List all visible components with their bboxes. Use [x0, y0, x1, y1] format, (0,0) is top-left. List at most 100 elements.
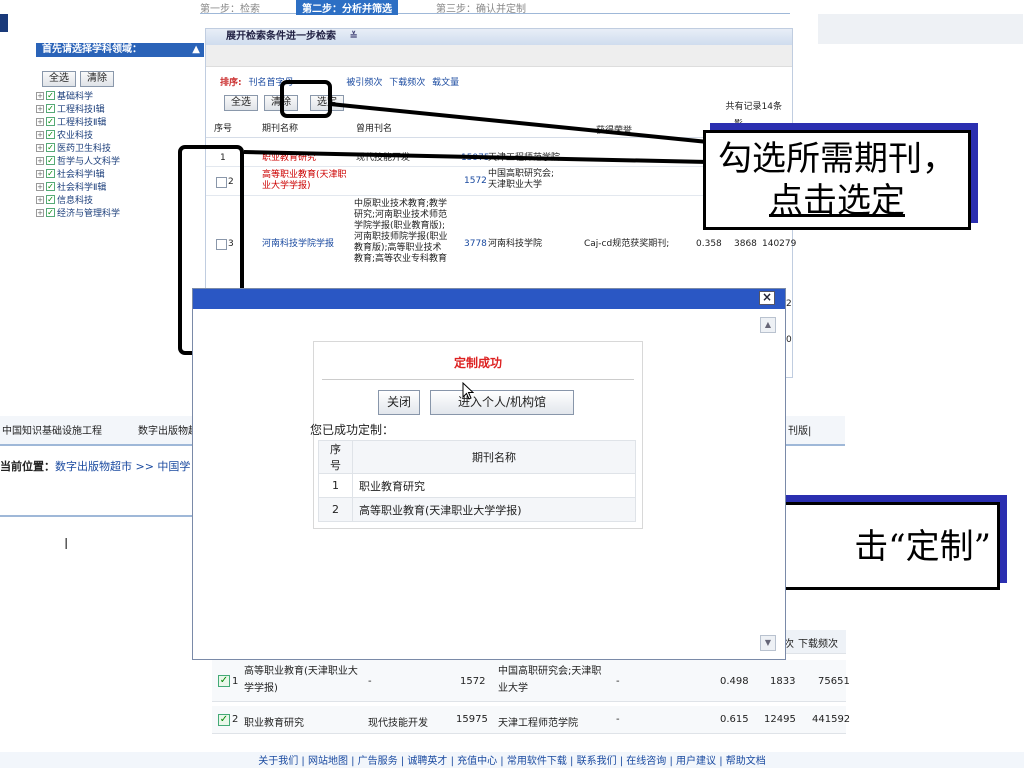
bottom-row-1-former: -: [368, 676, 372, 687]
bg-divider: [0, 515, 200, 517]
subject-item[interactable]: + ✓ 工程科技Ⅰ辑: [36, 102, 204, 115]
subject-checkbox[interactable]: ✓: [46, 91, 55, 100]
sidebar-header: 首先请选择学科领域： ▲: [36, 43, 204, 57]
subject-label: 医药卫生科技: [57, 144, 112, 154]
bottom-col-downloads: 下载频次: [798, 639, 838, 650]
subject-checkbox[interactable]: ✓: [46, 143, 55, 152]
row-3-honor: Caj-cd规范获奖期刊;: [584, 239, 670, 249]
enter-library-button[interactable]: 进入个人/机构馆: [430, 390, 574, 415]
subject-label: 基础科学: [57, 92, 94, 102]
subject-checkbox[interactable]: ✓: [46, 117, 55, 126]
sidebar-select-all-button[interactable]: 全选: [42, 71, 76, 87]
row-3-count[interactable]: 3778: [464, 239, 487, 250]
expand-plus-icon[interactable]: +: [36, 169, 44, 178]
expand-plus-icon[interactable]: +: [36, 195, 44, 204]
subject-checkbox[interactable]: ✓: [46, 195, 55, 204]
row-5-fragment: 0: [786, 335, 792, 345]
expand-plus-icon[interactable]: +: [36, 156, 44, 165]
total-records: 共有记录14条: [725, 102, 782, 112]
subject-label: 工程科技Ⅰ辑: [57, 105, 105, 115]
done-label: 您已成功定制：: [310, 423, 395, 437]
panel-header[interactable]: 展开检索条件进一步检索 ≚: [206, 29, 792, 45]
bottom-row-2-impact: 0.615: [720, 714, 749, 725]
row-3-downloads: 140279: [762, 239, 797, 249]
subject-label: 社会科学Ⅰ辑: [57, 170, 105, 180]
bottom-row-2-checkbox[interactable]: ✓: [218, 714, 230, 726]
expand-icon[interactable]: ≚: [349, 31, 357, 42]
bottom-row-2-former: 现代技能开发: [368, 718, 428, 729]
subject-item[interactable]: + ✓ 基础科学: [36, 89, 204, 102]
bottom-row-2-name: 职业教育研究: [244, 718, 304, 729]
text-cursor-icon: I: [64, 535, 69, 553]
location-label: 当前位置：: [0, 460, 55, 473]
sort-row: 排序: 刊名首字母 被引频次 下载频次 载文量: [220, 75, 459, 88]
location-path[interactable]: 数字出版物超市 >> 中国学: [55, 460, 190, 473]
bg-nav-right[interactable]: 刊版|: [788, 422, 811, 437]
bottom-row-2-honor: -: [616, 714, 620, 725]
callout-1-line-1: 勾选所需期刊，: [718, 139, 956, 179]
bottom-row-1-cited: 1833: [770, 676, 796, 687]
expand-plus-icon[interactable]: +: [36, 91, 44, 100]
subject-checkbox[interactable]: ✓: [46, 169, 55, 178]
footer-links[interactable]: 关于我们 | 网站地图 | 广告服务 | 诚聘英才 | 充值中心 | 常用软件下…: [0, 752, 1024, 768]
customized-row: 2 高等职业教育(天津职业大学学报): [318, 497, 636, 522]
scroll-down-icon[interactable]: ▼: [760, 635, 776, 651]
subject-checkbox[interactable]: ✓: [46, 156, 55, 165]
panel-gray-band: [206, 45, 792, 67]
customized-row: 1 职业教育研究: [318, 473, 636, 498]
step-1[interactable]: 第一步：检索: [200, 0, 260, 15]
bottom-row-1-impact: 0.498: [720, 676, 749, 687]
subject-checkbox[interactable]: ✓: [46, 130, 55, 139]
callout-1-line-2: 点击选定: [769, 181, 905, 221]
expand-plus-icon[interactable]: +: [36, 208, 44, 217]
panel-header-label: 展开检索条件进一步检索: [226, 31, 336, 42]
collapse-icon[interactable]: ▲: [192, 43, 200, 57]
sort-by-downloads[interactable]: 下载频次: [389, 78, 425, 88]
customized-list-header: 序号 期刊名称: [318, 440, 636, 474]
bottom-row-1-name: 高等职业教育(天津职业大学学报): [244, 666, 358, 694]
subject-checkbox[interactable]: ✓: [46, 182, 55, 191]
success-title: 定制成功: [453, 356, 502, 370]
customized-row-2-no: 2: [318, 497, 353, 522]
scroll-up-icon[interactable]: ▲: [760, 317, 776, 333]
subject-checkbox[interactable]: ✓: [46, 208, 55, 217]
bottom-row-2-count: 15975: [456, 714, 488, 725]
customized-col-name: 期刊名称: [352, 440, 636, 474]
row-3-impact: 0.358: [696, 239, 722, 249]
customize-success-dialog: × ▲ ▼ 定制成功 关闭 进入个人/机构馆 您已成功定制： 序号 期刊名称 1…: [192, 288, 786, 660]
success-box: 定制成功 关闭 进入个人/机构馆 您已成功定制： 序号 期刊名称 1 职业教育研…: [310, 341, 643, 529]
bottom-row-1-checkbox[interactable]: ✓: [218, 675, 230, 687]
sort-by-cited[interactable]: 被引频次: [346, 78, 382, 88]
expand-plus-icon[interactable]: +: [36, 104, 44, 113]
slide-marker: [0, 14, 8, 32]
bottom-row-2-no: 2: [232, 714, 239, 725]
customized-row-1-no: 1: [318, 473, 353, 498]
dialog-scrollbar[interactable]: ▲ ▼: [760, 317, 776, 651]
sort-label: 排序:: [220, 78, 242, 88]
close-icon[interactable]: ×: [759, 291, 775, 305]
callout-2-text: 击“定制”: [854, 527, 991, 567]
row-3-cited: 3868: [734, 239, 757, 249]
bottom-row-1-downloads: 75651: [818, 676, 850, 687]
bottom-row-1-sponsor: 中国高职研究会;天津职业大学: [498, 666, 602, 694]
expand-plus-icon[interactable]: +: [36, 117, 44, 126]
sidebar-clear-button[interactable]: 清除: [80, 71, 114, 87]
row-3-name[interactable]: 河南科技学院学报: [262, 239, 334, 250]
expand-plus-icon[interactable]: +: [36, 182, 44, 191]
subject-checkbox[interactable]: ✓: [46, 104, 55, 113]
bottom-row-1-no: 1: [232, 676, 239, 687]
sidebar-header-label: 首先请选择学科领域：: [42, 44, 142, 55]
bottom-row-1-count: 1572: [460, 676, 486, 687]
expand-plus-icon[interactable]: +: [36, 130, 44, 139]
subject-item[interactable]: + ✓ 工程科技Ⅱ辑: [36, 115, 204, 128]
sort-by-articles[interactable]: 载文量: [432, 78, 459, 88]
subject-item[interactable]: + ✓ 农业科技: [36, 128, 204, 141]
step-bar: 第一步：检索 第二步：分析并筛选 第三步：确认并定制: [200, 0, 790, 15]
step-3[interactable]: 第三步：确认并定制: [436, 0, 526, 15]
expand-plus-icon[interactable]: +: [36, 143, 44, 152]
success-divider: [322, 379, 634, 380]
dialog-close-button[interactable]: 关闭: [378, 390, 420, 415]
bg-location: 当前位置：数字出版物超市 >> 中国学: [0, 458, 190, 474]
col-no: 序号: [214, 124, 233, 134]
step-2[interactable]: 第二步：分析并筛选: [296, 0, 398, 15]
